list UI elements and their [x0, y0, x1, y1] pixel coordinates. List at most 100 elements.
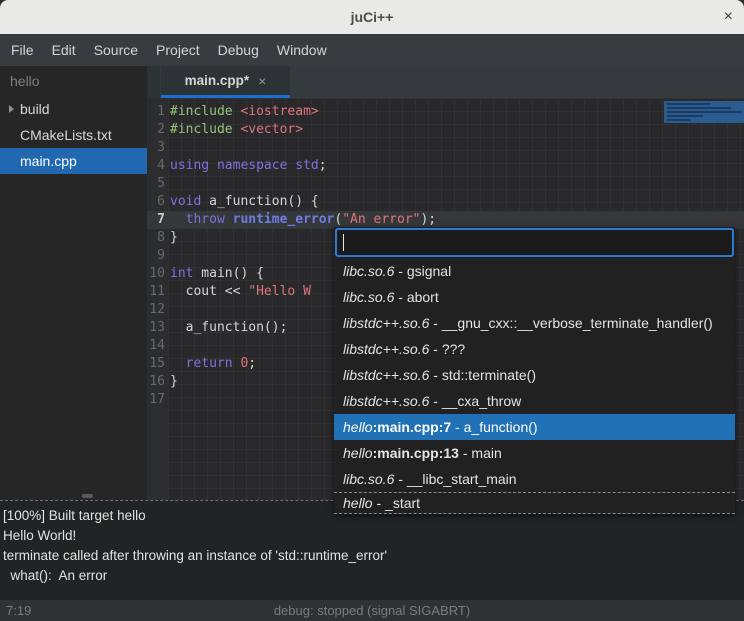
file-location: :main.cpp:13 [373, 445, 459, 461]
line-number: 8 [147, 229, 165, 247]
menu-item-file[interactable]: File [2, 34, 43, 66]
backtrace-item[interactable]: libc.so.6 - abort [334, 284, 735, 310]
project-name: hello [0, 66, 147, 96]
window-title: juCi++ [351, 9, 394, 25]
line-number: 5 [147, 175, 165, 193]
line-number: 2 [147, 121, 165, 139]
code-token: "Hello W [248, 284, 311, 299]
code-token: <vector> [240, 122, 303, 137]
code-token: ); [420, 212, 436, 227]
menu-item-debug[interactable]: Debug [209, 34, 268, 66]
code-token: std [295, 158, 318, 173]
close-icon[interactable]: × [724, 9, 733, 25]
function-name: gsignal [407, 263, 451, 279]
expander-icon [9, 131, 14, 139]
library-name: libc.so.6 [343, 289, 394, 305]
library-name: libstdc++.so.6 [343, 315, 429, 331]
tab-bar: main.cpp* × [147, 66, 744, 98]
backtrace-item[interactable]: libstdc++.so.6 - __gnu_cxx::__verbose_te… [334, 310, 735, 336]
code-line: 2#include <vector> [147, 121, 744, 139]
function-name: ??? [442, 341, 465, 357]
line-code [165, 139, 170, 157]
code-token: using [170, 158, 209, 173]
pane-resize-handle[interactable] [82, 494, 93, 498]
code-token: void [170, 194, 201, 209]
line-number: 9 [147, 247, 165, 265]
output-line: terminate called after throwing an insta… [3, 546, 741, 566]
line-number: 12 [147, 301, 165, 319]
line-number: 7 [147, 211, 165, 229]
code-token: main() { [193, 266, 263, 281]
line-number: 16 [147, 373, 165, 391]
function-name: __cxa_throw [442, 393, 521, 409]
code-token: runtime_error [233, 212, 335, 227]
code-token [225, 212, 233, 227]
code-token: #include [170, 104, 233, 119]
separator: - [394, 263, 406, 279]
separator: - [394, 289, 406, 305]
line-code: a_function(); [165, 319, 287, 337]
output-line: Hello World! [3, 526, 741, 546]
line-code: using namespace std; [165, 157, 327, 175]
tree-item-label: build [20, 101, 50, 117]
function-name: main [471, 445, 501, 461]
backtrace-item[interactable]: hello - _start [334, 492, 735, 514]
code-line: 6void a_function() { [147, 193, 744, 211]
menu-item-window[interactable]: Window [268, 34, 336, 66]
line-number: 11 [147, 283, 165, 301]
line-code [165, 175, 170, 193]
line-code: } [165, 373, 178, 391]
sidebar: hello build CMakeLists.txtmain.cpp [0, 66, 147, 500]
output-lines: [100%] Built target helloHello World!ter… [3, 506, 741, 586]
line-code: #include <iostream> [165, 103, 319, 121]
output-panel[interactable]: [100%] Built target helloHello World!ter… [0, 500, 744, 600]
function-name: __libc_start_main [407, 471, 517, 487]
text-caret [343, 234, 344, 251]
code-token [170, 356, 186, 371]
code-token: cout << [170, 284, 248, 299]
function-name: std::terminate() [442, 367, 536, 383]
backtrace-item[interactable]: hello:main.cpp:13 - main [334, 440, 735, 466]
library-name: libc.so.6 [343, 471, 394, 487]
line-code: int main() { [165, 265, 264, 283]
separator: - [394, 471, 406, 487]
line-code: return 0; [165, 355, 256, 373]
backtrace-item[interactable]: hello:main.cpp:7 - a_function() [334, 414, 735, 440]
tree-item-build[interactable]: build [0, 96, 147, 122]
backtrace-item[interactable]: libstdc++.so.6 - __cxa_throw [334, 388, 735, 414]
line-code [165, 337, 170, 355]
library-name: hello [343, 419, 373, 435]
line-code: cout << "Hello W [165, 283, 311, 301]
backtrace-search-input[interactable] [335, 228, 734, 257]
backtrace-item[interactable]: libstdc++.so.6 - ??? [334, 336, 735, 362]
backtrace-item[interactable]: libc.so.6 - __libc_start_main [334, 466, 735, 492]
line-number: 10 [147, 265, 165, 283]
line-number: 4 [147, 157, 165, 175]
tab-bar-strip [147, 66, 160, 98]
code-line: 5 [147, 175, 744, 193]
code-token [209, 158, 217, 173]
menu-bar: FileEditSourceProjectDebugWindow [0, 34, 744, 66]
tree-item-main-cpp[interactable]: main.cpp [0, 148, 147, 174]
menu-item-project[interactable]: Project [147, 34, 209, 66]
menu-item-edit[interactable]: Edit [43, 34, 85, 66]
library-name: libstdc++.so.6 [343, 341, 429, 357]
tab-main-cpp[interactable]: main.cpp* × [161, 66, 290, 98]
code-line: 1#include <iostream> [147, 103, 744, 121]
menu-item-source[interactable]: Source [85, 34, 147, 66]
line-number: 17 [147, 391, 165, 409]
line-number: 1 [147, 103, 165, 121]
backtrace-item[interactable]: libstdc++.so.6 - std::terminate() [334, 362, 735, 388]
code-token: namespace [217, 158, 287, 173]
tree-item-cmakelists-txt[interactable]: CMakeLists.txt [0, 122, 147, 148]
line-number: 3 [147, 139, 165, 157]
code-token [170, 212, 186, 227]
tab-close-icon[interactable]: × [258, 74, 266, 88]
code-token: a_function(); [170, 320, 287, 335]
line-number: 15 [147, 355, 165, 373]
library-name: libstdc++.so.6 [343, 367, 429, 383]
backtrace-popup: libc.so.6 - gsignallibc.so.6 - abortlibs… [334, 227, 735, 514]
function-name: abort [407, 289, 439, 305]
line-number: 6 [147, 193, 165, 211]
backtrace-item[interactable]: libc.so.6 - gsignal [334, 258, 735, 284]
